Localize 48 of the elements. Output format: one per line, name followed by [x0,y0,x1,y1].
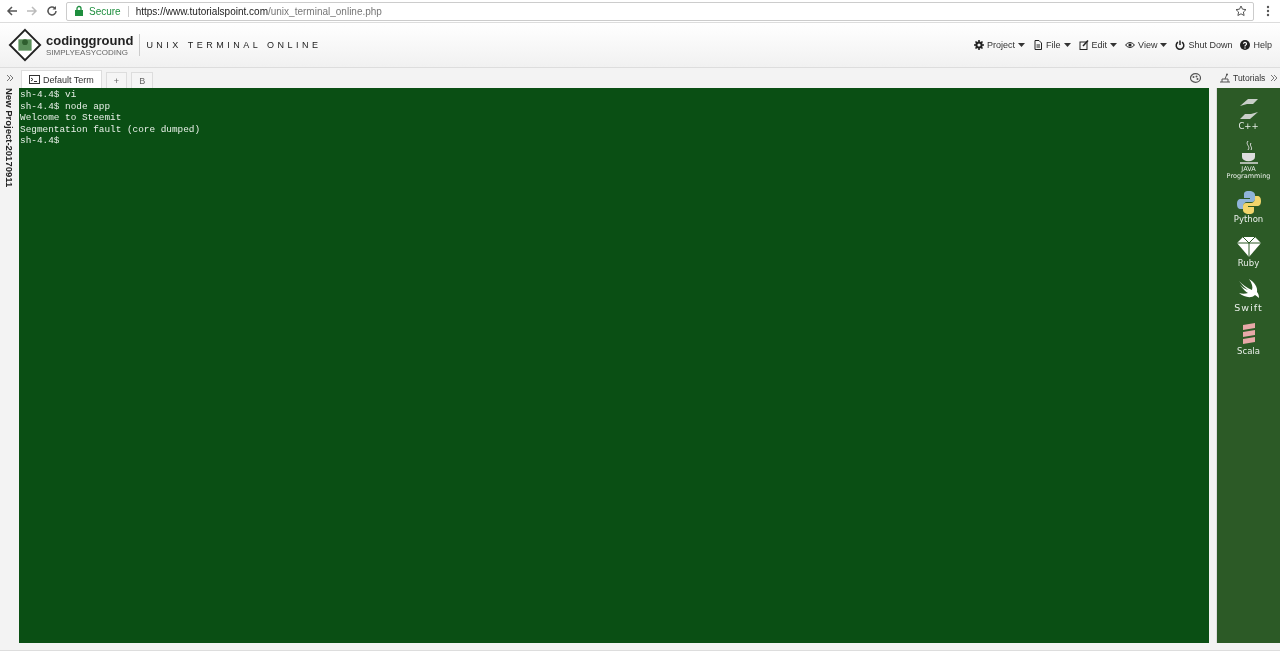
reload-icon[interactable] [46,5,58,17]
terminal-panel[interactable]: sh-4.4$ vi sh-4.4$ node app Welcome to Steemit Segmentation fault (core dumped) sh-4.4$ [19,88,1209,643]
menu-button[interactable]: View [1125,40,1168,50]
help-icon [1240,40,1251,50]
menu-button[interactable]: Edit [1078,40,1118,50]
caret-icon [1063,43,1071,47]
terminal-line: Segmentation fault (core dumped) [20,123,202,135]
eye-icon [1125,40,1136,50]
star-icon[interactable] [1235,5,1247,17]
menu-button[interactable]: Help [1240,40,1272,50]
python-icon [1235,189,1262,215]
tab[interactable]: B [131,72,154,88]
tutorial-link[interactable]: C++ [1220,96,1277,131]
terminal-line: sh-4.4$ [20,135,61,147]
terminal-line: sh-4.4$ vi [20,89,78,101]
project-name[interactable]: New Project-20170911 [4,88,15,188]
page-title: UNIX TERMINAL ONLINE [146,40,322,50]
url-text: https://www.tutorialspoint.com/unix_terminal_online.php [135,5,382,17]
expand-icon[interactable] [5,74,14,82]
gear-icon [974,40,985,50]
menu-button[interactable]: Project [974,40,1026,50]
tutorial-link[interactable]: Scala [1220,321,1277,356]
tutorial-link[interactable]: Python [1220,189,1277,224]
edit-icon [1078,40,1089,50]
address-bar[interactable]: Secure https://www.tutorialspoint.com/unix_terminal_online.php [66,1,1254,21]
caret-icon [1018,43,1026,47]
back-icon[interactable] [6,5,18,17]
tutorials-title: Tutorials [1233,73,1266,83]
power-icon [1175,40,1186,50]
menu-button[interactable]: Shut Down [1175,40,1233,50]
caret-icon [1110,43,1118,47]
collapse-icon[interactable] [1270,74,1279,82]
terminal-line: Welcome to Steemit [20,112,123,124]
terminal-icon [29,75,40,84]
tab[interactable]: Default Term [21,70,102,88]
palette-icon[interactable] [1190,73,1201,83]
menu-button[interactable]: File [1033,40,1071,50]
logo-tagline: SIMPLYEASYCODING [46,47,129,57]
secure-label: Secure [89,5,121,17]
terminal-line: sh-4.4$ node app [20,100,111,112]
tutorial-link[interactable]: Ruby [1220,233,1277,268]
logo-icon [8,28,42,62]
caret-icon [1160,43,1168,47]
tutorial-link[interactable]: Swift [1220,277,1277,312]
lock-icon [73,5,85,17]
file-icon [1033,40,1044,50]
tab[interactable]: + [105,72,128,88]
logo-text: codingground [46,33,134,48]
